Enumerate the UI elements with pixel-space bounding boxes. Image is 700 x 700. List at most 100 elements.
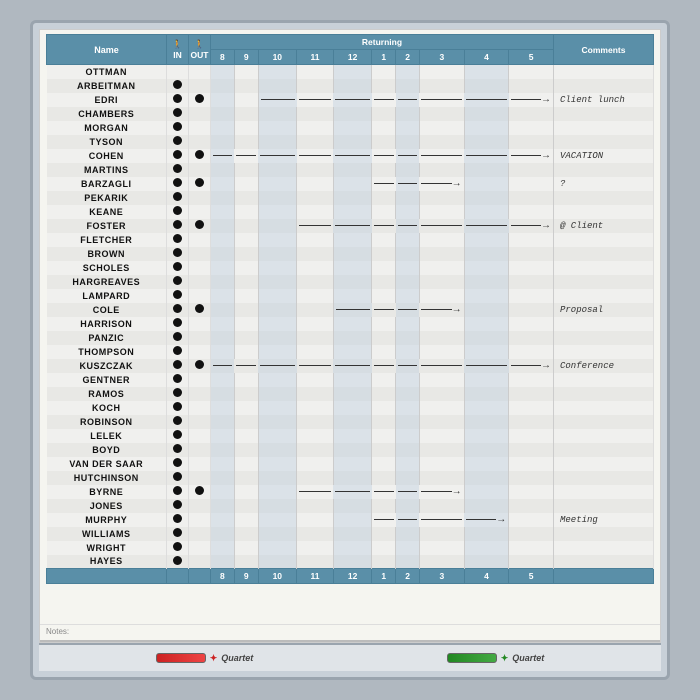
time-cell [396,401,420,415]
out-header: 🚶 OUT [189,35,211,65]
in-cell [167,387,189,401]
green-marker-body [447,653,497,663]
time-12: 12 [333,50,371,65]
out-cell [189,485,211,499]
time-cell [464,247,509,261]
out-cell [189,177,211,191]
time-cell [509,289,554,303]
name-cell: FOSTER [47,219,167,233]
red-dot: ✦ [210,653,218,664]
time-cell [464,149,509,163]
time-cell [234,331,258,345]
time-cell [396,135,420,149]
time-cell [509,177,554,191]
time-cell [234,303,258,317]
time-cell [372,261,396,275]
in-cell [167,121,189,135]
in-cell [167,359,189,373]
in-dot [173,108,182,117]
time-cell [333,359,371,373]
time-cell [396,541,420,555]
time-cell [372,443,396,457]
comments-cell: @ Client [554,219,654,233]
name-cell: COLE [47,303,167,317]
time-cell [372,317,396,331]
time-cell [333,527,371,541]
out-cell [189,415,211,429]
in-dot [173,276,182,285]
name-cell: TYSON [47,135,167,149]
time-cell [234,135,258,149]
time-cell [333,149,371,163]
time-cell [333,541,371,555]
time-cell [419,513,464,527]
time-cell [258,121,296,135]
in-cell [167,65,189,79]
time-cell [258,373,296,387]
time-cell [297,177,334,191]
table-row: SCHOLES [47,261,654,275]
time-cell [509,387,554,401]
name-cell: EDRI [47,93,167,107]
in-cell [167,163,189,177]
time-cell [509,107,554,121]
time-cell [396,289,420,303]
time-cell [464,345,509,359]
table-row: KEANE [47,205,654,219]
time-cell [211,93,235,107]
time-cell [372,457,396,471]
table-row: MORGAN [47,121,654,135]
time-cell: → [509,93,554,107]
in-dot [173,122,182,131]
time-cell [258,401,296,415]
time-cell [333,93,371,107]
time-cell [297,415,334,429]
table-row: CHAMBERS [47,107,654,121]
in-dot [173,528,182,537]
time-cell [509,485,554,499]
time-1: 1 [372,50,396,65]
time-cell [333,205,371,219]
name-cell: HAYES [47,555,167,569]
time-cell [372,471,396,485]
comments-cell [554,191,654,205]
time-cell [234,527,258,541]
in-cell [167,443,189,457]
time-cell [419,65,464,79]
time-cell [258,415,296,429]
time-cell [372,345,396,359]
in-cell [167,205,189,219]
red-marker-brand: Quartet [221,653,253,663]
in-dot [173,416,182,425]
time-cell [297,317,334,331]
time-11: 11 [297,50,334,65]
time-cell [234,387,258,401]
out-cell [189,93,211,107]
time-cell [297,541,334,555]
in-cell [167,289,189,303]
time-cell [297,135,334,149]
time-cell [297,373,334,387]
name-cell: KOCH [47,401,167,415]
name-cell: KUSZCZAK [47,359,167,373]
out-cell [189,205,211,219]
time-cell [297,93,334,107]
time-cell [211,415,235,429]
time-cell [297,387,334,401]
in-cell [167,107,189,121]
table-row: GENTNER [47,373,654,387]
notes-area: Notes: [40,624,660,640]
time-cell [211,261,235,275]
time-cell [234,177,258,191]
in-cell [167,219,189,233]
time-cell [396,303,420,317]
time-cell [464,121,509,135]
in-dot [173,514,182,523]
time-cell [396,513,420,527]
time-cell [509,79,554,93]
time-cell [333,289,371,303]
time-cell [372,233,396,247]
in-cell [167,527,189,541]
red-marker-body [156,653,206,663]
comments-cell [554,331,654,345]
